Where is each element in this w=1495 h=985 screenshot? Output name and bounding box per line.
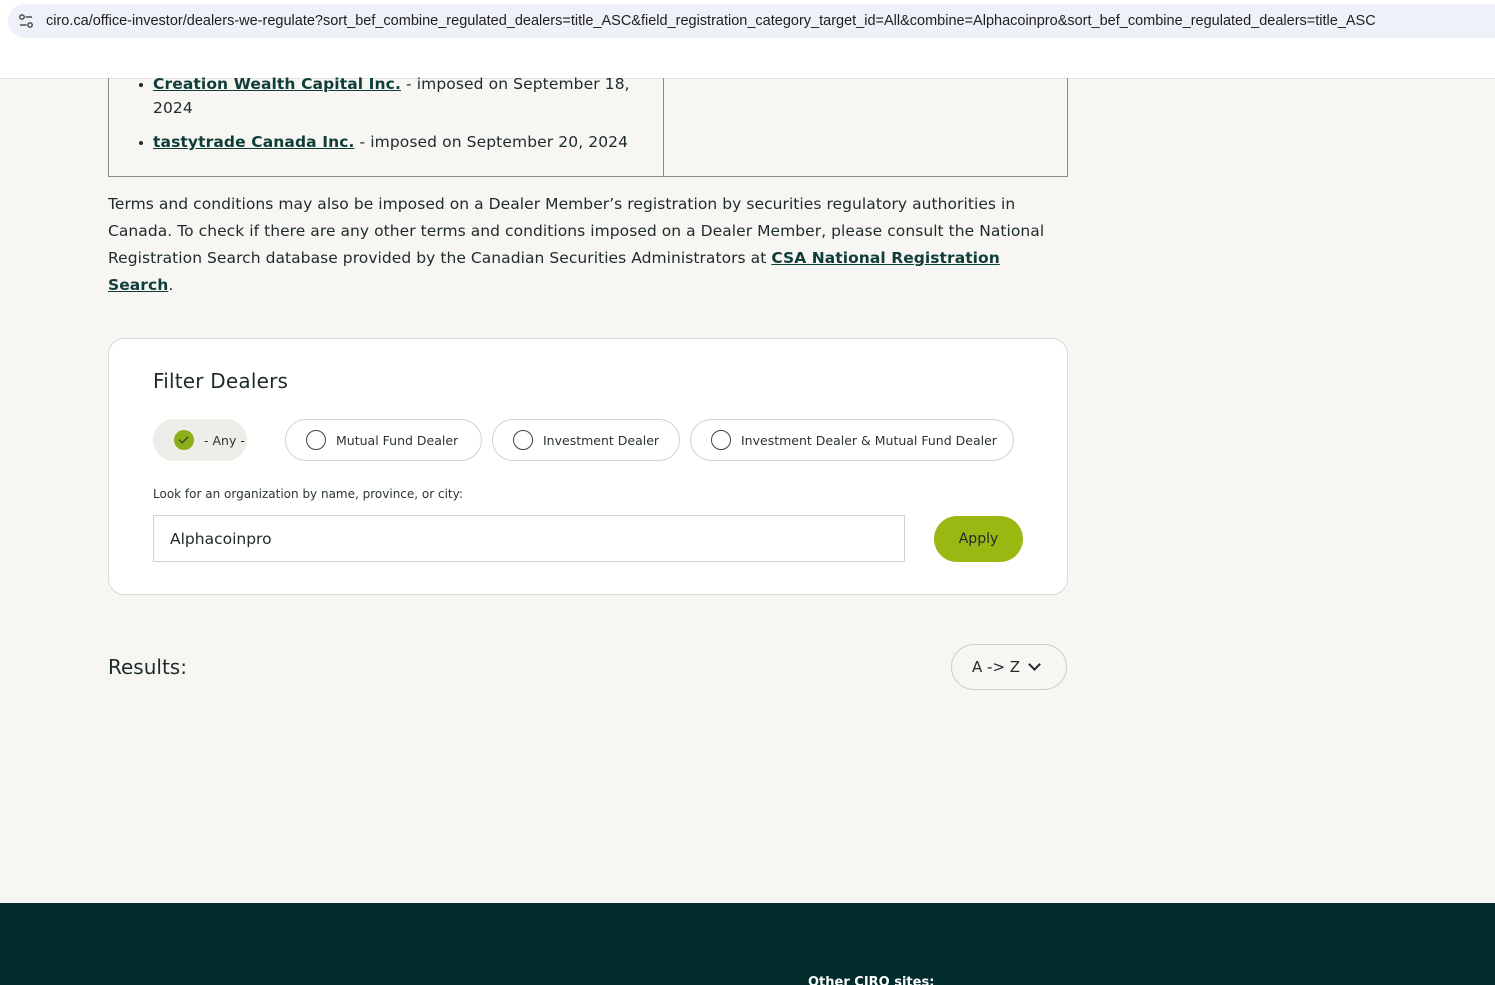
apply-button[interactable]: Apply	[934, 516, 1023, 562]
filter-option-label: Investment Dealer	[543, 432, 660, 448]
site-settings-icon[interactable]	[17, 12, 35, 30]
browser-toolbar: ciro.ca/office-investor/dealers-we-regul…	[0, 0, 1495, 79]
filter-option-investment-dealer[interactable]: Investment Dealer	[492, 419, 680, 461]
search-label: Look for an organization by name, provin…	[153, 487, 463, 501]
search-input[interactable]	[153, 515, 905, 562]
url-text[interactable]: ciro.ca/office-investor/dealers-we-regul…	[46, 13, 1376, 29]
site-footer: Other CIRO sites:	[0, 903, 1495, 985]
radio-icon	[306, 430, 326, 450]
results-heading: Results:	[108, 655, 187, 679]
sort-label: A -> Z	[972, 658, 1021, 676]
radio-icon	[513, 430, 533, 450]
dealer-link[interactable]: Creation Wealth Capital Inc.	[153, 75, 401, 93]
filter-card: Filter Dealers - Any - Mutual Fund Deale…	[108, 338, 1068, 595]
dealer-link[interactable]: tastytrade Canada Inc.	[153, 133, 354, 151]
filter-option-any[interactable]: - Any -	[153, 419, 247, 461]
filter-option-label: Mutual Fund Dealer	[336, 432, 459, 448]
terms-table: Creation Wealth Capital Inc. - imposed o…	[108, 75, 1068, 177]
imposed-date-text: - imposed on September 20, 2024	[354, 133, 629, 151]
terms-list: Creation Wealth Capital Inc. - imposed o…	[139, 75, 633, 154]
sort-dropdown[interactable]: A -> Z	[951, 644, 1067, 690]
chevron-down-icon	[1028, 658, 1041, 671]
list-item: Creation Wealth Capital Inc. - imposed o…	[139, 72, 633, 120]
filter-option-investment-and-mutual-fund-dealer[interactable]: Investment Dealer & Mutual Fund Dealer	[690, 419, 1014, 461]
table-divider	[663, 78, 664, 176]
radio-icon	[711, 430, 731, 450]
notice-paragraph: Terms and conditions may also be imposed…	[108, 191, 1070, 299]
filter-option-label: Investment Dealer & Mutual Fund Dealer	[741, 432, 997, 448]
address-bar[interactable]: ciro.ca/office-investor/dealers-we-regul…	[8, 4, 1495, 38]
notice-end: .	[168, 276, 174, 294]
footer-heading: Other CIRO sites:	[808, 975, 935, 985]
filter-option-label: - Any -	[204, 432, 245, 448]
filter-title: Filter Dealers	[153, 369, 289, 393]
filter-option-mutual-fund-dealer[interactable]: Mutual Fund Dealer	[285, 419, 482, 461]
check-icon	[174, 430, 194, 450]
list-item: tastytrade Canada Inc. - imposed on Sept…	[139, 130, 633, 154]
